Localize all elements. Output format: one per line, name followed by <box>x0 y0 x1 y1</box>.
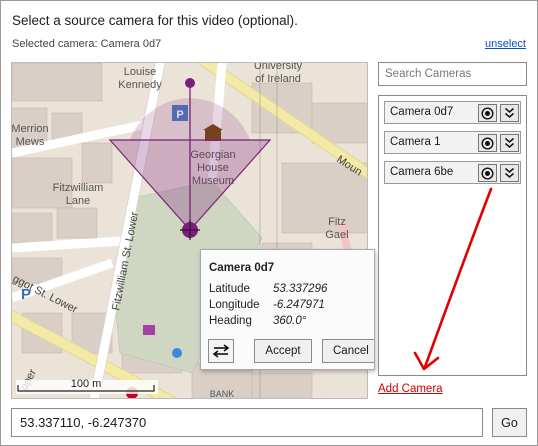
camera-list-item[interactable]: Camera 0d7 <box>384 101 521 124</box>
map-label-merrion-mews: Merrion <box>12 123 49 135</box>
svg-text:Mews: Mews <box>16 136 45 148</box>
map-scale-bar: 100 m <box>16 378 158 394</box>
expand-camera-button[interactable] <box>500 104 519 122</box>
map-label-university: University <box>254 63 303 72</box>
coordinates-input[interactable] <box>11 408 483 437</box>
expand-camera-button[interactable] <box>500 164 519 182</box>
unselect-link[interactable]: unselect <box>485 38 526 50</box>
svg-text:100 m: 100 m <box>71 378 102 390</box>
shop-icon <box>143 325 155 335</box>
heading-value: 360.0° <box>273 315 307 327</box>
locate-camera-button[interactable] <box>478 104 497 122</box>
search-cameras-input[interactable] <box>378 62 527 86</box>
camera-list-item[interactable]: Camera 6be <box>384 161 521 184</box>
double-chevron-down-icon <box>505 167 514 178</box>
camera-popup: Camera 0d7 Latitude 53.337296 Longitude … <box>200 249 375 370</box>
dialog-prompt: Select a source camera for this video (o… <box>12 13 298 28</box>
camera-list-item[interactable]: Camera 1 <box>384 131 521 154</box>
camera-list: Camera 0d7 Camera 1 Camera 6be <box>378 95 527 376</box>
dialog-window: Select a source camera for this video (o… <box>0 0 538 446</box>
go-button[interactable]: Go <box>492 408 527 437</box>
target-icon <box>481 136 494 150</box>
camera-name: Camera 0d7 <box>390 106 454 118</box>
svg-text:of Ireland: of Ireland <box>255 73 301 85</box>
map-label-bank: BANK <box>210 389 235 399</box>
parking-icon-2: P <box>21 286 31 303</box>
camera-name: Camera 1 <box>390 136 441 148</box>
longitude-label: Longitude <box>209 299 260 311</box>
cancel-button[interactable]: Cancel <box>322 339 374 363</box>
expand-camera-button[interactable] <box>500 134 519 152</box>
svg-text:Gael: Gael <box>325 229 348 241</box>
bicycle-icon <box>172 348 182 358</box>
map-label-louise-kennedy: Louise <box>124 66 156 78</box>
heading-label: Heading <box>209 315 252 327</box>
swap-arrows-icon <box>212 344 230 358</box>
svg-text:Lane: Lane <box>66 195 90 207</box>
double-chevron-down-icon <box>505 107 514 118</box>
longitude-value: -6.247971 <box>273 299 325 311</box>
latitude-value: 53.337296 <box>273 283 328 295</box>
swap-button[interactable] <box>208 339 234 363</box>
map-label-fitzwilliam-lane: Fitzwilliam <box>53 182 104 194</box>
locate-camera-button[interactable] <box>478 164 497 182</box>
locate-camera-button[interactable] <box>478 134 497 152</box>
map-label-fitz-gael: Fitz <box>328 216 346 228</box>
double-chevron-down-icon <box>505 137 514 148</box>
add-camera-link[interactable]: Add Camera <box>378 383 443 395</box>
target-icon <box>481 106 494 120</box>
latitude-label: Latitude <box>209 283 250 295</box>
target-icon <box>481 166 494 180</box>
selected-camera-text: Selected camera: Camera 0d7 <box>12 38 162 50</box>
popup-title: Camera 0d7 <box>209 262 275 274</box>
accept-button[interactable]: Accept <box>254 339 312 363</box>
camera-name: Camera 6be <box>390 166 454 178</box>
svg-text:Kennedy: Kennedy <box>118 79 162 91</box>
camera-heading-handle[interactable] <box>185 78 195 88</box>
